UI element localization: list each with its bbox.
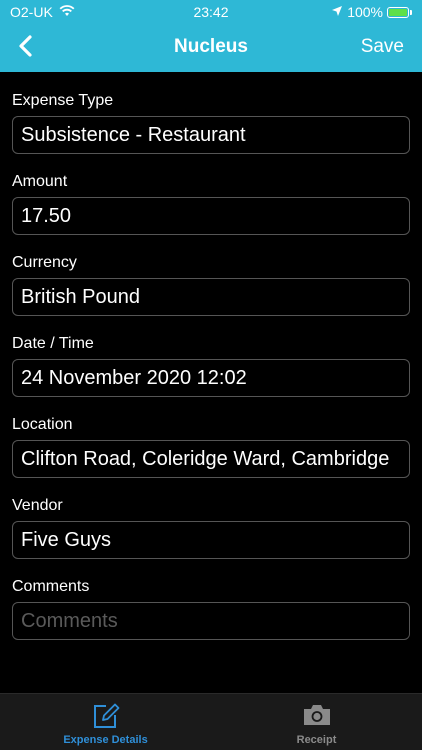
status-bar: O2-UK 23:42 100% xyxy=(0,0,422,24)
save-button[interactable]: Save xyxy=(361,36,404,58)
page-title: Nucleus xyxy=(174,36,248,57)
location-label: Location xyxy=(12,416,73,433)
camera-icon xyxy=(302,702,332,733)
expense-type-label: Expense Type xyxy=(12,92,114,109)
tab-expense-details[interactable]: Expense Details xyxy=(0,694,211,750)
expense-type-field[interactable]: Subsistence - Restaurant xyxy=(12,116,410,154)
currency-label: Currency xyxy=(12,254,77,271)
tab-receipt[interactable]: Receipt xyxy=(211,694,422,750)
location-arrow-icon xyxy=(331,4,343,20)
amount-field[interactable]: 17.50 xyxy=(12,197,410,235)
vendor-field[interactable]: Five Guys xyxy=(12,521,410,559)
date-time-field[interactable]: 24 November 2020 12:02 xyxy=(12,359,410,397)
comments-label: Comments xyxy=(12,578,90,595)
vendor-label: Vendor xyxy=(12,497,63,514)
date-time-label: Date / Time xyxy=(12,335,94,352)
edit-icon xyxy=(91,702,121,735)
location-field[interactable]: Clifton Road, Coleridge Ward, Cambridge xyxy=(12,440,410,478)
tab-receipt-label: Receipt xyxy=(296,734,337,746)
amount-label: Amount xyxy=(12,173,68,190)
currency-field[interactable]: British Pound xyxy=(12,278,410,316)
status-right: 100% xyxy=(331,4,412,20)
battery-icon xyxy=(387,6,409,18)
comments-field[interactable]: Comments xyxy=(12,602,410,640)
battery-tip-icon xyxy=(410,9,412,15)
tab-bar: Expense Details Receipt xyxy=(0,693,422,750)
battery-percent: 100% xyxy=(347,4,383,20)
nav-bar: Nucleus Save xyxy=(0,24,422,72)
expense-form: Expense Type Subsistence - Restaurant Am… xyxy=(12,72,410,640)
tab-expense-details-label: Expense Details xyxy=(63,734,148,746)
